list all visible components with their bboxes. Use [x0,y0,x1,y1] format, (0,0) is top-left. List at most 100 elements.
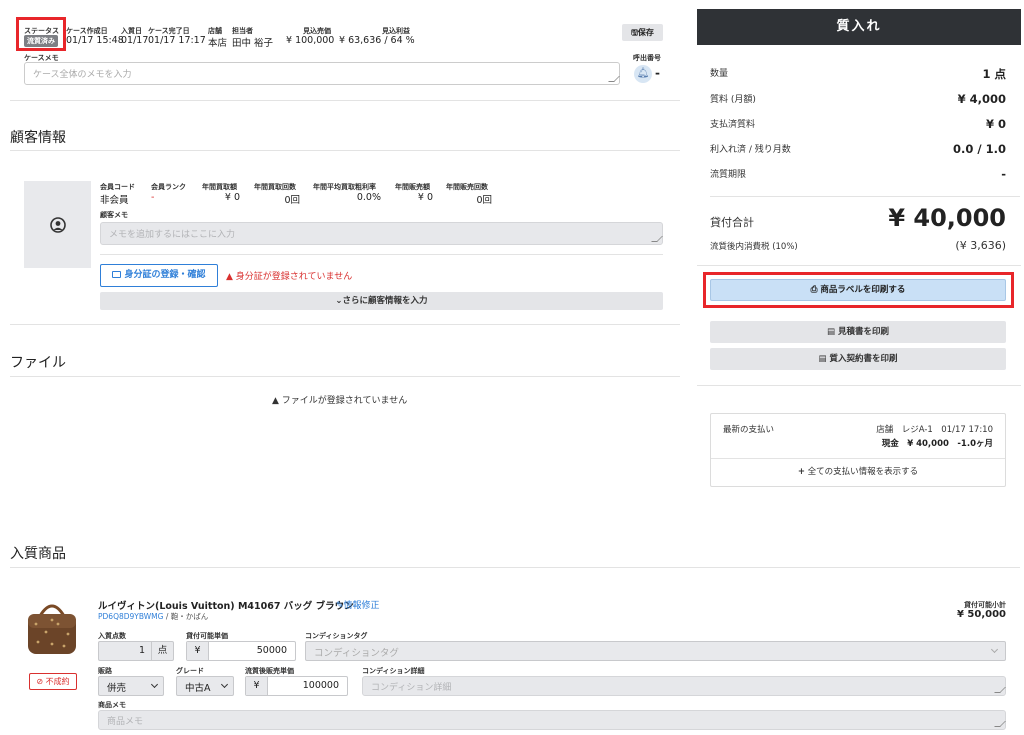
deadline-label: 流質期限 [710,170,747,180]
item-edit-link[interactable]: ✎情報修正 [336,598,380,611]
item-memo-field[interactable]: 商品メモ [98,710,1006,730]
qty-value: 1 点 [982,67,1006,81]
divider [10,100,680,101]
plus-icon: + [797,467,805,477]
divider [10,376,680,377]
entry-value: 01/17 [121,35,149,46]
more-customer-info-button[interactable]: ⌄さらに顧客情報を入力 [100,292,663,310]
post-price-value: 100000 [302,680,339,691]
printer-icon: ⎙ [810,285,818,295]
condition-tag-select[interactable]: コンディションタグ [305,641,1006,661]
item-code-line: PD6Q8D9YBWMG / 鞄・かばん [98,611,208,622]
subtotal-value: ¥ 50,000 [956,609,1006,620]
est-profit-value: ¥ 63,636 / 64 % [339,35,415,46]
qty-label: 数量 [710,69,729,79]
warning-icon: ▲ [272,396,279,406]
divider [100,254,663,255]
member-rank-value: - [151,192,155,203]
resize-handle-icon[interactable] [994,721,1006,727]
months-value: 0.0 / 1.0 [953,142,1006,156]
months-row: 利入れ済 / 残り月数 0.0 / 1.0 [710,142,1006,156]
resize-handle-icon[interactable] [608,76,620,82]
user-circle-icon [50,217,66,233]
staff-value: 田中 裕子 [232,38,274,49]
ban-icon: ⊘ [36,677,44,686]
resize-handle-icon[interactable] [651,236,663,242]
annual-buy-count-label: 年間買取回数 [254,183,296,191]
print-label-button-text: 商品ラベルを印刷する [820,285,906,295]
print-estimate-button-text: 見積書を印刷 [837,327,889,337]
customer-memo-label: 顧客メモ [100,211,128,219]
case-memo-placeholder: ケース全体のメモを入力 [33,70,132,80]
fee-label: 質料 (月額) [710,95,756,105]
pdf-icon: ▤ [818,354,827,364]
member-code-label: 会員コード [100,183,135,191]
divider [697,265,1021,266]
unit-price-input[interactable]: ¥ 50000 [186,641,296,661]
grade-select[interactable]: 中古A [176,676,234,696]
chevron-down-icon [220,680,229,689]
annual-sales-count-value: 0回 [476,195,492,206]
customer-memo-field[interactable]: メモを追加するにはここに入力 [100,222,663,245]
condition-tag-label: コンディションタグ [305,632,368,640]
currency-prefix: ¥ [246,677,268,695]
condition-detail-label: コンディション詳細 [362,667,425,675]
item-code-link[interactable]: PD6Q8D9YBWMG [98,612,163,621]
grade-label: グレード [176,667,204,675]
annual-avg-rate-label: 年間平均買取粗利率 [313,183,376,191]
condition-detail-field[interactable]: コンディション詳細 [362,676,1006,696]
files-empty-message: ▲ ファイルが登録されていません [272,393,407,406]
chevron-down-icon: ⌄ [335,296,343,306]
bell-button[interactable]: 🔔︎ [634,65,652,83]
chevron-down-icon [150,680,159,689]
not-contracted-badge: ⊘ 不成約 [29,673,77,690]
show-all-payments-button[interactable]: + 全ての支払い情報を表示する [711,459,1005,487]
annual-buy-amount-label: 年間買取額 [202,183,237,191]
id-register-button-label: 身分証の登録・確認 [124,270,206,280]
files-section-title: ファイル [10,355,66,371]
store-value: 本店 [208,38,228,49]
call-number-label: 呼出番号 [633,54,661,62]
qty-input[interactable]: 1 点 [98,641,174,661]
case-memo-field[interactable]: ケース全体のメモを入力 [24,62,620,85]
channel-select[interactable]: 併売 [98,676,164,696]
grade-value: 中古A [185,683,211,694]
more-customer-info-label: さらに顧客情報を入力 [342,296,428,306]
print-label-button[interactable]: ⎙ 商品ラベルを印刷する [710,279,1006,301]
id-card-icon [112,271,122,278]
unit-price-label: 貸付可能単価 [186,632,228,640]
save-icon: 🖫 [631,28,638,37]
deadline-value: - [1001,167,1006,181]
id-register-button[interactable]: 身分証の登録・確認 [100,264,218,287]
created-value: 01/17 15:48 [66,35,124,46]
qty-unit: 点 [151,642,173,660]
qty-input-value: 1 [138,645,145,656]
annual-sales-amount-value: ¥ 0 [417,192,433,203]
channel-label: 販路 [98,667,112,675]
id-warning-text: 身分証が登録されていません [235,272,353,282]
fee-row: 質料 (月額) ¥ 4,000 [710,92,1006,106]
paid-fee-label: 支払済質料 [710,120,756,130]
customer-memo-placeholder: メモを追加するにはここに入力 [109,230,236,240]
id-warning: ▲ 身分証が登録されていません [226,269,352,282]
annual-avg-rate-value: 0.0% [356,192,381,203]
member-rank-label: 会員ランク [151,183,186,191]
divider [10,324,680,325]
fee-value: ¥ 4,000 [957,92,1006,106]
print-contract-button[interactable]: ▤ 質入契約書を印刷 [710,348,1006,370]
latest-payment-line2: 現金 ¥ 40,000 -1.0ヶ月 [881,439,993,449]
print-estimate-button[interactable]: ▤ 見積書を印刷 [710,321,1006,343]
tax-value: (¥ 3,636) [955,239,1006,252]
resize-handle-icon[interactable] [994,687,1006,693]
save-button[interactable]: 🖫保存 [622,24,663,41]
annual-buy-amount-value: ¥ 0 [224,192,240,203]
post-price-input[interactable]: ¥ 100000 [245,676,348,696]
show-all-payments-text: 全ての支払い情報を表示する [807,467,919,477]
divider [710,196,1020,197]
member-code-value: 非会員 [100,195,129,206]
save-button-label: 保存 [637,28,654,37]
qty-row: 数量 1 点 [710,66,1006,81]
files-empty-text: ファイルが登録されていません [281,396,408,406]
warning-icon: ▲ [226,272,233,282]
item-memo-placeholder: 商品メモ [107,717,144,727]
